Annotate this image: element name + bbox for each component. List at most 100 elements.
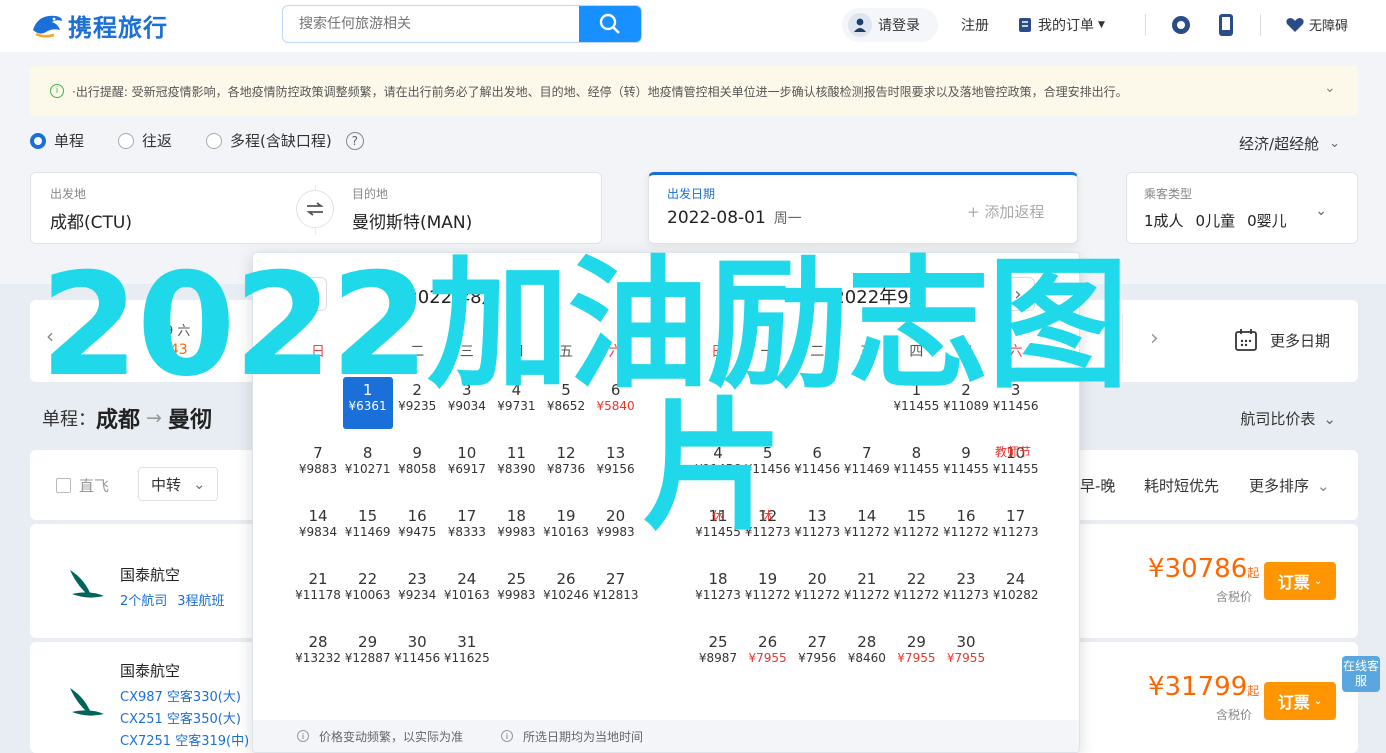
help-icon[interactable]: ? bbox=[345, 131, 364, 150]
sort-shortest[interactable]: 耗时短优先 bbox=[1144, 475, 1219, 496]
more-sort-dropdown[interactable]: 更多排序 ⌄ bbox=[1249, 475, 1330, 496]
next-month-button[interactable]: › bbox=[1001, 277, 1035, 311]
calendar-day[interactable]: 29 ¥12887 bbox=[343, 629, 393, 681]
calendar-day[interactable]: 9 ¥8058 bbox=[392, 440, 442, 492]
transfer-dropdown[interactable]: 中转 ⌄ bbox=[138, 467, 218, 501]
passenger-box[interactable]: 乘客类型 1成人 0儿童 0婴儿 ⌄ bbox=[1126, 172, 1358, 244]
calendar-day[interactable]: 18 ¥11273 bbox=[693, 566, 743, 618]
calendar-day[interactable]: 3 ¥9034 bbox=[442, 377, 492, 429]
search-box[interactable] bbox=[282, 5, 642, 43]
mobile-icon[interactable] bbox=[1218, 13, 1234, 37]
search-input[interactable] bbox=[283, 6, 579, 42]
calendar-day[interactable]: 13 ¥11273 bbox=[792, 503, 842, 555]
calendar-day[interactable]: 3 ¥11456 bbox=[991, 377, 1041, 429]
calendar-day[interactable]: 30 ¥11456 bbox=[392, 629, 442, 681]
add-return-button[interactable]: + 添加返程 bbox=[967, 201, 1044, 222]
register-link[interactable]: 注册 bbox=[961, 15, 989, 35]
calendar-day[interactable]: 25 ¥9983 bbox=[491, 566, 541, 618]
calendar-day[interactable]: 26 ¥7955 bbox=[743, 629, 793, 681]
calendar-day[interactable]: 10 ¥6917 bbox=[442, 440, 492, 492]
flight-leg[interactable]: CX251 空客350(大) bbox=[120, 708, 241, 727]
book-button[interactable]: 订票 ⌄ bbox=[1264, 682, 1336, 720]
trip-type-oneway[interactable]: 单程 bbox=[30, 130, 84, 151]
trip-type-roundtrip[interactable]: 往返 bbox=[118, 130, 172, 151]
calendar-day[interactable]: 25 ¥8987 bbox=[693, 629, 743, 681]
book-button[interactable]: 订票 ⌄ bbox=[1264, 562, 1336, 600]
calendar-day[interactable]: 6 ¥11456 bbox=[792, 440, 842, 492]
chevron-right-icon[interactable]: › bbox=[1150, 326, 1159, 351]
login-button[interactable]: 请登录 bbox=[842, 8, 938, 42]
calendar-day[interactable]: 28 ¥8460 bbox=[842, 629, 892, 681]
date-box[interactable]: 出发日期 2022-08-01 周一 + 添加返程 bbox=[648, 172, 1078, 244]
calendar-day[interactable]: 15 ¥11469 bbox=[343, 503, 393, 555]
prev-month-button[interactable]: ‹ bbox=[293, 277, 327, 311]
calendar-day[interactable]: 16 ¥9475 bbox=[392, 503, 442, 555]
cabin-select[interactable]: 经济/超经舱 ⌄ bbox=[1239, 133, 1340, 154]
calendar-day[interactable]: 6 ¥5840 bbox=[591, 377, 641, 429]
calendar-day[interactable]: 14 ¥11272 bbox=[842, 503, 892, 555]
calendar-day[interactable]: 24 ¥10163 bbox=[442, 566, 492, 618]
orders-menu[interactable]: 我的订单 ▼ bbox=[1018, 15, 1105, 35]
calendar-day[interactable]: 19 ¥10163 bbox=[541, 503, 591, 555]
calendar-day[interactable]: 5 ¥11456 bbox=[743, 440, 793, 492]
calendar-day[interactable]: 31 ¥11625 bbox=[442, 629, 492, 681]
from-field[interactable]: 出发地 成都(CTU) bbox=[50, 185, 132, 233]
calendar-day[interactable]: 20 ¥9983 bbox=[591, 503, 641, 555]
calendar-day[interactable]: 2 ¥9235 bbox=[392, 377, 442, 429]
direct-checkbox[interactable]: 直飞 bbox=[56, 475, 109, 496]
calendar-day[interactable]: 5 ¥8652 bbox=[541, 377, 591, 429]
calendar-day[interactable]: 26 ¥10246 bbox=[541, 566, 591, 618]
calendar-day[interactable]: 14 ¥9834 bbox=[293, 503, 343, 555]
more-dates-button[interactable]: 更多日期 bbox=[1234, 328, 1330, 352]
calendar-day[interactable]: 23 ¥11273 bbox=[941, 566, 991, 618]
trip-type-multi[interactable]: 多程(含缺口程) bbox=[206, 130, 332, 151]
calendar-day[interactable]: 27 ¥7956 bbox=[792, 629, 842, 681]
calendar-day[interactable]: 13 ¥9156 bbox=[591, 440, 641, 492]
calendar-day[interactable]: 20 ¥11272 bbox=[792, 566, 842, 618]
chevron-left-icon[interactable]: ‹ bbox=[46, 324, 76, 354]
swap-button[interactable] bbox=[296, 190, 334, 228]
calendar-day[interactable]: 9 ¥11455 bbox=[941, 440, 991, 492]
calendar-day[interactable]: 8 ¥10271 bbox=[343, 440, 393, 492]
flight-leg[interactable]: CX7251 空客319(中) bbox=[120, 730, 249, 749]
search-button[interactable] bbox=[579, 6, 641, 42]
calendar-day[interactable]: 7 ¥11469 bbox=[842, 440, 892, 492]
calendar-day[interactable]: 21 ¥11178 bbox=[293, 566, 343, 618]
compare-table-link[interactable]: 航司比价表 ⌄ bbox=[1240, 408, 1336, 429]
calendar-day[interactable]: 11 ¥8390 bbox=[491, 440, 541, 492]
flight-leg[interactable]: CX987 空客330(大) bbox=[120, 686, 241, 705]
calendar-day[interactable]: 24 ¥10282 bbox=[991, 566, 1041, 618]
calendar-day[interactable]: 23 ¥9234 bbox=[392, 566, 442, 618]
calendar-day[interactable]: 1 ¥6361 bbox=[342, 377, 393, 429]
calendar-day[interactable]: 7 ¥9883 bbox=[293, 440, 343, 492]
calendar-day[interactable]: 2 ¥11089 bbox=[941, 377, 991, 429]
day-number: 22 bbox=[906, 570, 926, 588]
calendar-day[interactable]: 8 ¥11455 bbox=[891, 440, 941, 492]
calendar-day[interactable]: 28 ¥13232 bbox=[293, 629, 343, 681]
accessibility-link[interactable]: 无障碍 bbox=[1285, 15, 1348, 34]
calendar-day[interactable]: 19 ¥11272 bbox=[743, 566, 793, 618]
calendar-day[interactable]: 22 ¥10063 bbox=[343, 566, 393, 618]
chevron-down-icon[interactable]: ⌄ bbox=[1324, 80, 1336, 96]
online-service-button[interactable]: 在线客服 bbox=[1342, 656, 1380, 692]
calendar-day[interactable]: 29 ¥7955 bbox=[891, 629, 941, 681]
calendar-day[interactable]: 27 ¥12813 bbox=[591, 566, 641, 618]
calendar-day[interactable]: 1 ¥11455 bbox=[891, 377, 941, 429]
sort-early-late[interactable]: 早-晚 bbox=[1080, 475, 1115, 496]
airlines-count-link[interactable]: 2个航司 bbox=[120, 590, 167, 609]
calendar-day[interactable]: 4 ¥11456 bbox=[693, 440, 743, 492]
calendar-day[interactable]: 4 ¥9731 bbox=[491, 377, 541, 429]
segments-count-link[interactable]: 3程航班 bbox=[177, 590, 224, 609]
calendar-day[interactable]: 15 ¥11272 bbox=[891, 503, 941, 555]
to-field[interactable]: 目的地 曼彻斯特(MAN) bbox=[352, 185, 472, 233]
headset-icon[interactable] bbox=[1170, 14, 1192, 36]
calendar-day[interactable]: 18 ¥9983 bbox=[491, 503, 541, 555]
calendar-day[interactable]: 17 ¥11273 bbox=[991, 503, 1041, 555]
calendar-day[interactable]: 16 ¥11272 bbox=[941, 503, 991, 555]
calendar-day[interactable]: 30 ¥7955 bbox=[941, 629, 991, 681]
calendar-day[interactable]: 22 ¥11272 bbox=[891, 566, 941, 618]
calendar-day[interactable]: 12 ¥8736 bbox=[541, 440, 591, 492]
brand-logo[interactable]: 携程旅行 bbox=[30, 8, 168, 42]
calendar-day[interactable]: 21 ¥11272 bbox=[842, 566, 892, 618]
calendar-day[interactable]: 17 ¥8333 bbox=[442, 503, 492, 555]
